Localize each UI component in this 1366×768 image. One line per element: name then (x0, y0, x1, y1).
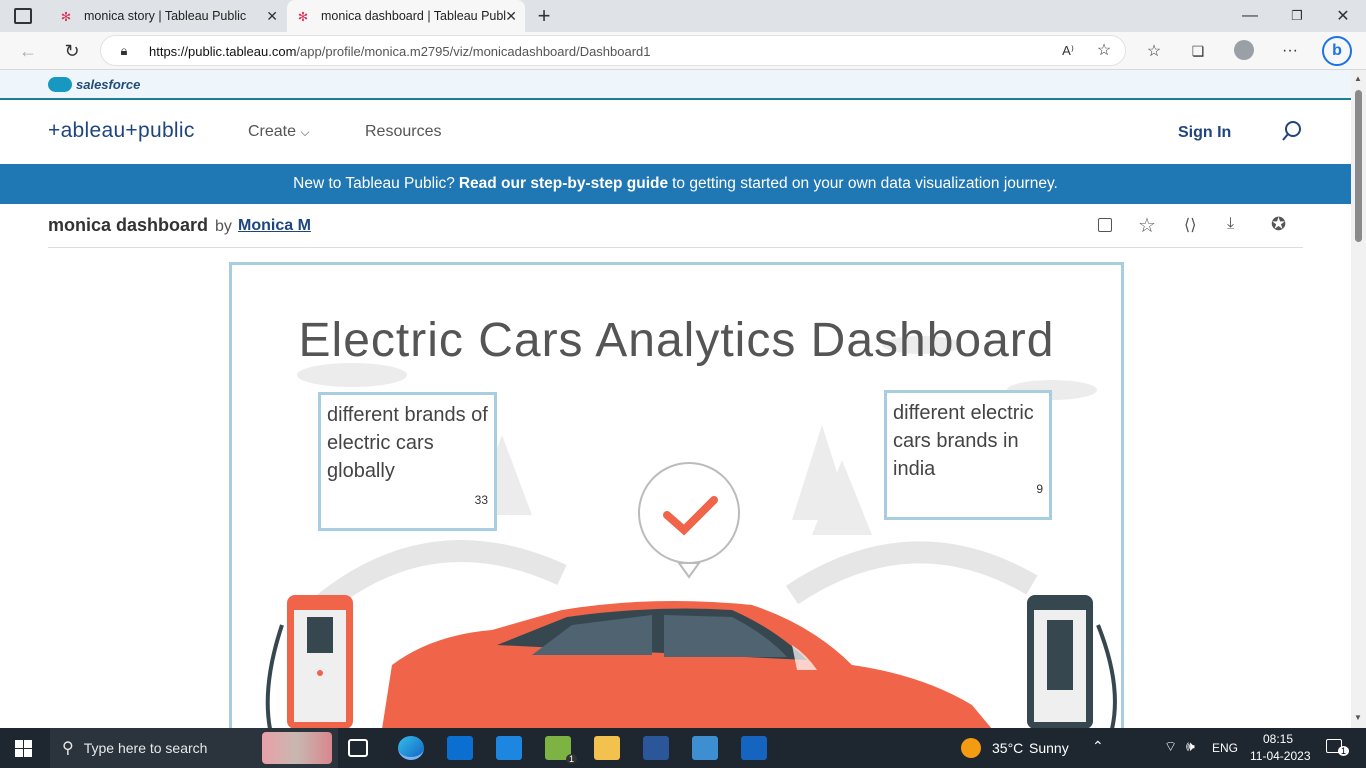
weather-temp[interactable]: 35°C (992, 740, 1023, 756)
bing-copilot-icon[interactable]: b (1322, 36, 1352, 66)
kpi-india-brands[interactable]: different electric cars brands in india … (884, 390, 1052, 520)
add-favorite-icon[interactable]: ☆ (1095, 41, 1113, 59)
word-taskbar-icon[interactable] (643, 736, 669, 760)
kpi-value: 33 (474, 493, 488, 507)
address-bar[interactable]: 🔒︎ https://public.tableau.com/app/profil… (100, 35, 1126, 66)
app-badge: 1 (565, 754, 577, 764)
notification-count: 1 (1338, 746, 1350, 756)
share-icon[interactable]: ⟨⟩ (1184, 215, 1196, 235)
windows-taskbar: ⚲ Type here to search 1 35°C Sunny ⌃ ⌔ 🕪… (0, 728, 1366, 768)
collections-icon[interactable]: ❏ (1188, 41, 1208, 61)
download-icon[interactable]: ⤓ (1227, 215, 1234, 233)
close-tab-icon[interactable]: ✕ (505, 8, 517, 25)
scroll-down-icon[interactable]: ▼ (1354, 713, 1362, 722)
windows-start-icon[interactable] (15, 740, 32, 757)
create-menu[interactable]: Create ⌵ (248, 123, 310, 141)
copy-icon[interactable] (1098, 218, 1112, 232)
search-icon[interactable] (1282, 120, 1302, 142)
refresh-icon[interactable]: ↻ (62, 41, 82, 61)
scroll-thumb[interactable] (1355, 90, 1362, 242)
browser-tab-strip: ✻ monica story | Tableau Public ✕ ✻ moni… (0, 0, 1366, 32)
banner-suffix: to getting started on your own data visu… (672, 175, 1058, 192)
sun-icon[interactable] (961, 738, 981, 758)
favorite-star-icon[interactable]: ☆ (1138, 213, 1156, 238)
kpi-label: different electric cars brands in india (893, 402, 1034, 480)
favorites-icon[interactable]: ☆ (1144, 41, 1164, 61)
resources-link[interactable]: Resources (365, 123, 441, 141)
kpi-value: 9 (1036, 482, 1043, 496)
network-icon[interactable]: ⌔ (1164, 738, 1177, 756)
getting-started-banner: New to Tableau Public? Read our step-by-… (0, 164, 1351, 204)
url-path: /app/profile/monica.m2795/viz/monicadash… (296, 44, 651, 59)
viz-header: monica dashboard by Monica M ☆ ⟨⟩ ⤓ ✪ (48, 210, 1303, 248)
tab-title: monica story | Tableau Public (84, 9, 247, 23)
clock-date[interactable]: 11-04-2023 (1250, 749, 1311, 763)
file-explorer-taskbar-icon[interactable] (594, 736, 620, 760)
store-taskbar-icon[interactable] (496, 736, 522, 760)
game-taskbar-icon[interactable]: 1 (545, 736, 577, 764)
edge-taskbar-icon[interactable] (398, 736, 424, 760)
lock-icon[interactable]: 🔒︎ (117, 43, 131, 59)
back-icon[interactable]: ← (18, 41, 38, 61)
new-tab-icon[interactable]: + (534, 3, 554, 28)
salesforce-bar: salesforce (0, 70, 1351, 100)
salesforce-cloud-icon[interactable] (48, 77, 72, 92)
page-scrollbar[interactable]: ▲ ▼ (1351, 70, 1366, 728)
viz-by-label: by (215, 218, 232, 235)
search-placeholder: Type here to search (83, 740, 208, 756)
sign-in-link[interactable]: Sign In (1178, 124, 1231, 142)
more-menu-icon[interactable]: ··· (1280, 41, 1300, 61)
viz-of-the-day-icon[interactable]: ✪ (1271, 214, 1286, 235)
profile-avatar-icon[interactable] (1234, 40, 1254, 60)
minimize-icon[interactable]: — (1240, 6, 1260, 26)
tableau-public-logo[interactable]: +ableau+public (48, 119, 195, 143)
banner-guide-link[interactable]: Read our step-by-step guide (459, 175, 668, 193)
weather-desc[interactable]: Sunny (1029, 740, 1069, 756)
scroll-up-icon[interactable]: ▲ (1354, 74, 1362, 83)
banner-prefix: New to Tableau Public? (293, 175, 455, 192)
taskbar-search-box[interactable]: ⚲ Type here to search (50, 728, 338, 768)
search-highlight-icon (262, 732, 332, 764)
search-icon: ⚲ (62, 740, 74, 757)
chevron-down-icon: ⌵ (300, 125, 310, 139)
snip-taskbar-icon[interactable] (692, 736, 718, 760)
mail-taskbar-icon[interactable] (447, 736, 473, 760)
viz-title: monica dashboard (48, 215, 209, 235)
show-hidden-icons-icon[interactable]: ⌃ (1092, 738, 1104, 755)
salesforce-label: salesforce (76, 77, 141, 92)
tab-monica-story[interactable]: ✻ monica story | Tableau Public ✕ (50, 0, 286, 32)
tab-title: monica dashboard | Tableau Publ (321, 9, 507, 23)
address-bar-row: ← ↻ 🔒︎ https://public.tableau.com/app/pr… (0, 32, 1366, 70)
volume-icon[interactable]: 🕪︎ (1186, 738, 1195, 755)
viz-author-link[interactable]: Monica M (238, 217, 311, 235)
task-view-icon[interactable] (348, 739, 368, 757)
tab-actions-icon[interactable] (14, 8, 32, 24)
read-aloud-icon[interactable]: A⁾ (1059, 42, 1077, 60)
url-host: https://public.tableau.com (149, 44, 297, 59)
kpi-global-brands[interactable]: different brands of electric cars global… (318, 392, 497, 531)
tableau-public-nav: +ableau+public Create ⌵ Resources Sign I… (0, 100, 1351, 164)
restore-icon[interactable]: ❐ (1287, 6, 1307, 26)
clock-time[interactable]: 08:15 (1263, 732, 1293, 746)
tab-monica-dashboard[interactable]: ✻ monica dashboard | Tableau Publ ✕ (287, 0, 525, 32)
dashboard-viz[interactable]: Electric Cars Analytics Dashboard differ… (229, 262, 1124, 732)
language-indicator[interactable]: ENG (1212, 741, 1238, 755)
tableau-favicon-icon: ✻ (60, 9, 72, 24)
url-text: https://public.tableau.com/app/profile/m… (149, 44, 651, 59)
close-window-icon[interactable]: ✕ (1333, 6, 1353, 26)
tableau-favicon-icon: ✻ (297, 9, 309, 24)
create-label: Create (248, 123, 297, 140)
dashboard-title: Electric Cars Analytics Dashboard (298, 314, 1055, 367)
kpi-label: different brands of electric cars global… (327, 404, 488, 482)
close-tab-icon[interactable]: ✕ (266, 8, 278, 25)
photos-taskbar-icon[interactable] (741, 736, 767, 760)
